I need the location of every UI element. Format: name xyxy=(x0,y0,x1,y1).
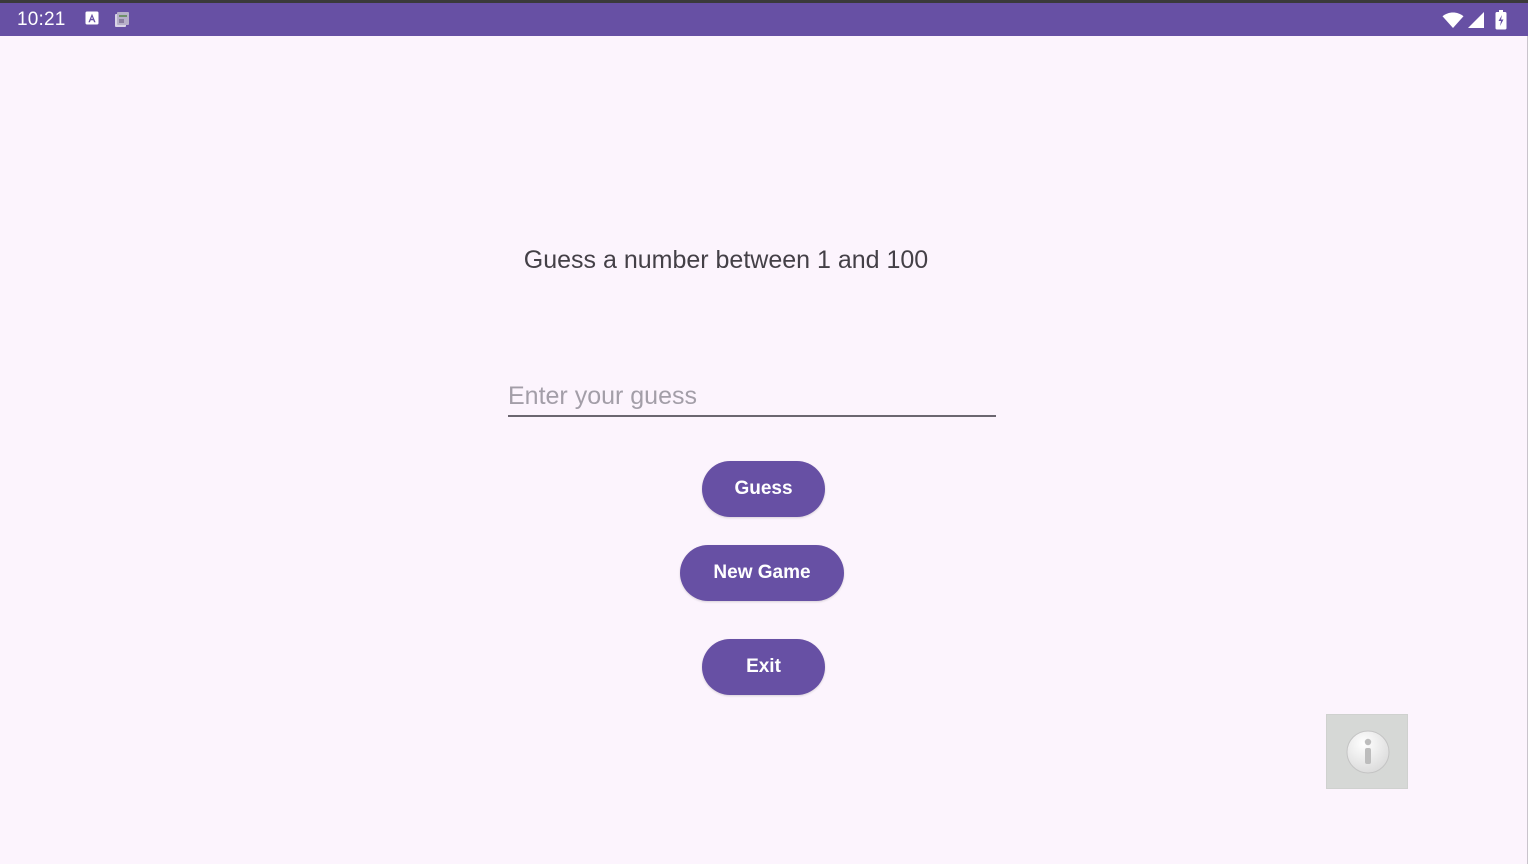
status-bar: 10:21 xyxy=(0,3,1528,36)
new-game-button[interactable]: New Game xyxy=(680,545,844,601)
guess-field[interactable] xyxy=(508,374,996,417)
status-time: 10:21 xyxy=(17,9,66,30)
guess-button[interactable]: Guess xyxy=(702,461,825,517)
prompt-text: Guess a number between 1 and 100 xyxy=(523,246,929,274)
info-button[interactable] xyxy=(1326,714,1408,789)
signal-icon xyxy=(1467,11,1485,34)
guess-input[interactable] xyxy=(508,374,996,414)
wifi-icon xyxy=(1442,12,1464,33)
app-screen: 10:21 Guess a number between 1 and 100 E… xyxy=(0,0,1528,864)
app-notification-icon xyxy=(114,11,131,33)
a-notification-icon xyxy=(85,11,99,30)
battery-icon xyxy=(1495,10,1507,35)
info-icon xyxy=(1345,729,1391,780)
exit-button[interactable]: Exit xyxy=(702,639,825,695)
